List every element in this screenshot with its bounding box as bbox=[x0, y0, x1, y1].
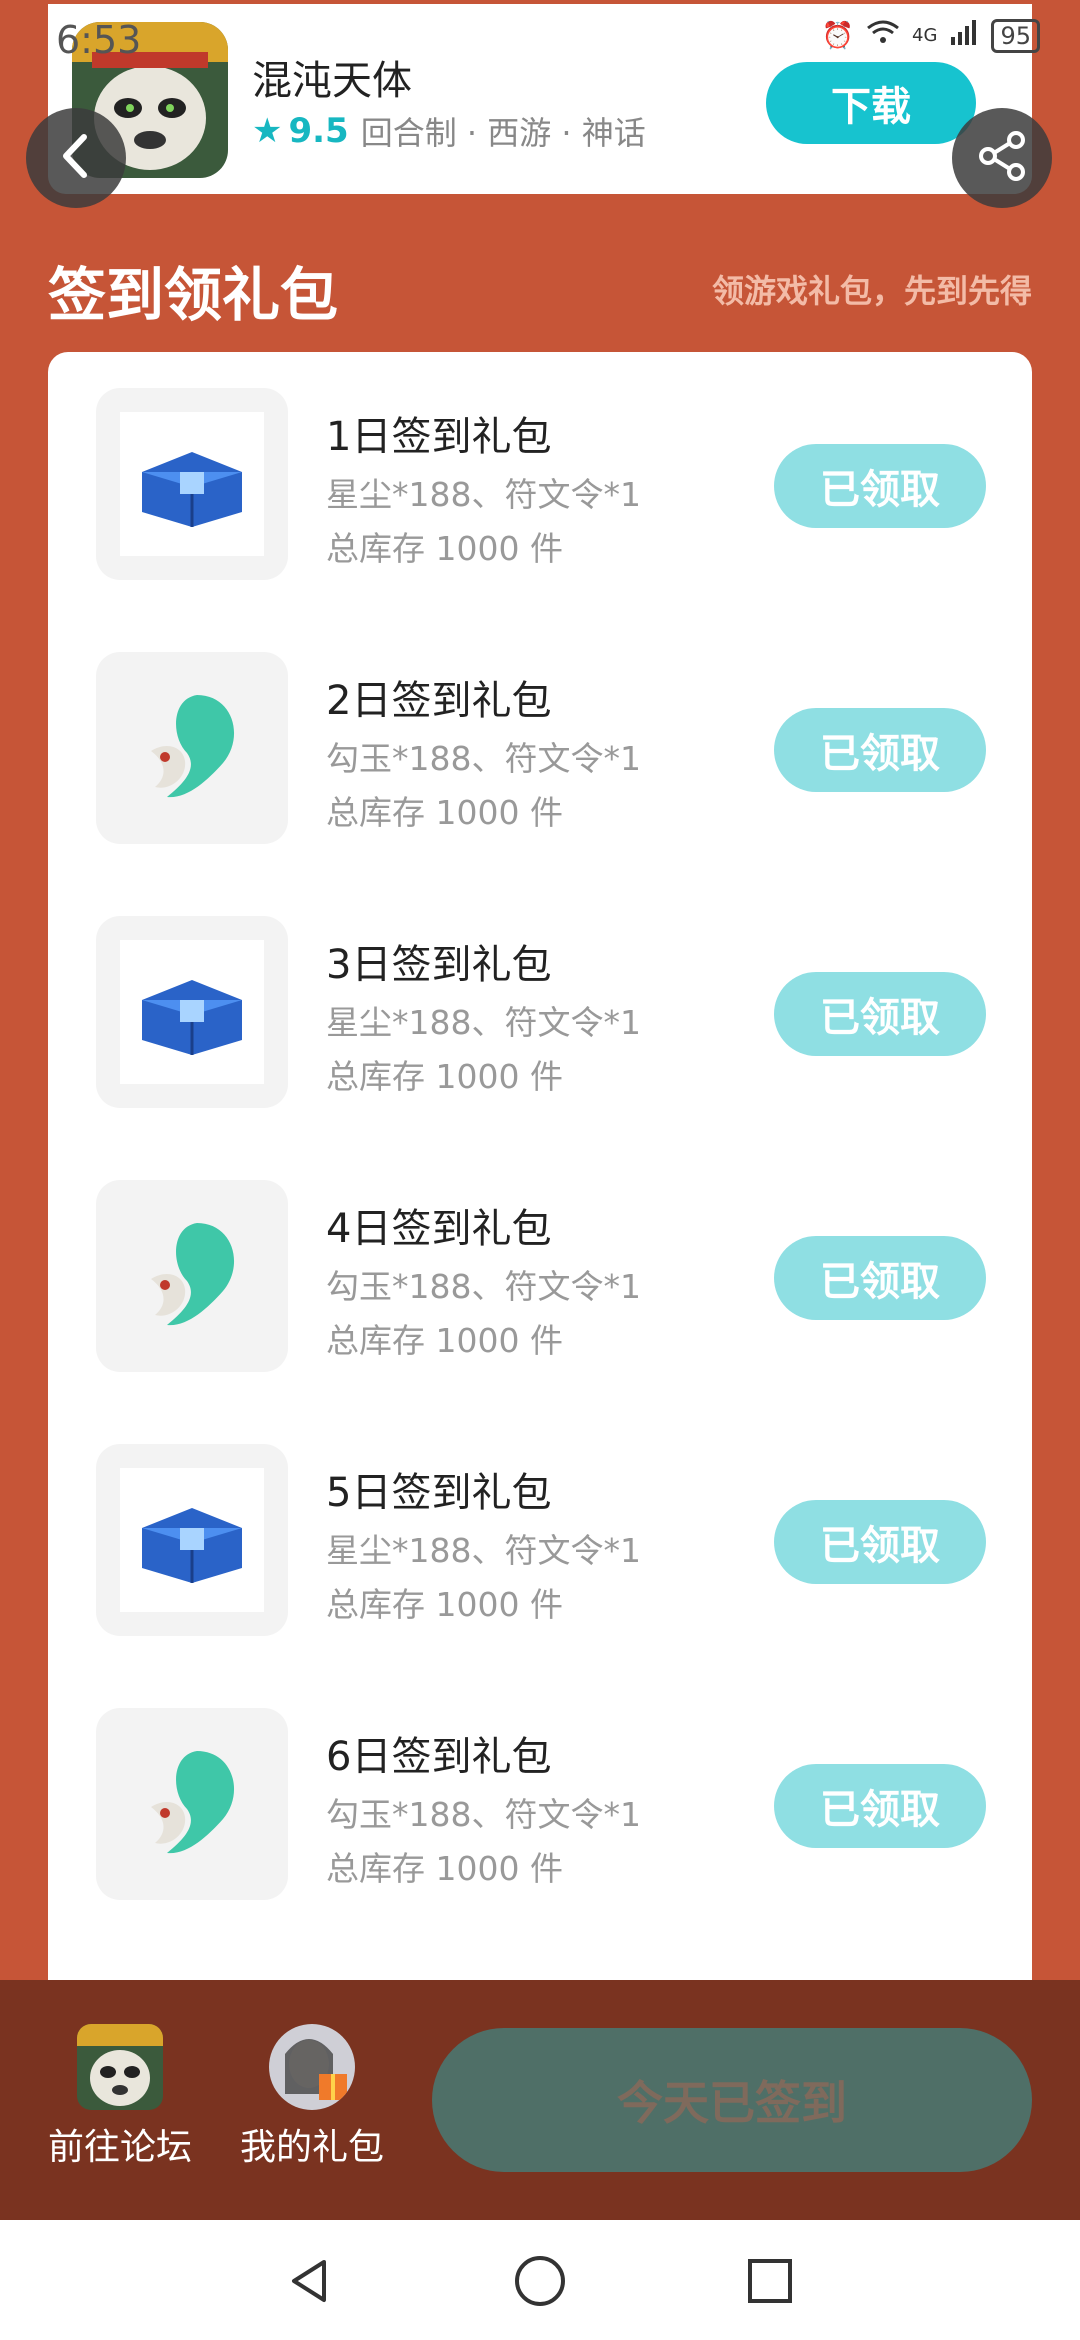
alarm-icon: ⏰ bbox=[821, 20, 855, 51]
gift-thumbnail bbox=[96, 1444, 288, 1636]
forum-label: 前往论坛 bbox=[47, 2127, 192, 2168]
gift-list: 1日签到礼包 星尘*188、符文令*1 总库存 1000 件 已领取 2日签到礼… bbox=[48, 352, 1032, 1992]
game-meta: ★ 9.5 回合制 · 西游 · 神话 bbox=[252, 108, 646, 154]
nav-home-button[interactable] bbox=[505, 2248, 575, 2318]
gift-avatar-icon bbox=[269, 2024, 355, 2110]
checked-in-button[interactable]: 今天已签到 bbox=[432, 2028, 1032, 2172]
chevron-left-icon bbox=[56, 131, 96, 185]
rating-value: 9.5 bbox=[288, 111, 349, 151]
bottom-action-bar: 前往论坛 我的礼包 今天已签到 bbox=[0, 1980, 1080, 2220]
star-icon: ★ bbox=[252, 111, 283, 151]
status-time: 6:53 bbox=[56, 18, 142, 62]
battery-indicator: 95 bbox=[991, 18, 1040, 53]
my-gifts-label: 我的礼包 bbox=[239, 2127, 384, 2168]
gift-thumbnail bbox=[96, 1708, 288, 1900]
gift-name: 1日签到礼包 bbox=[326, 414, 552, 460]
square-recents-icon bbox=[745, 2256, 795, 2310]
system-nav-bar bbox=[0, 2220, 1080, 2340]
gift-row: 2日签到礼包 勾玉*188、符文令*1 总库存 1000 件 已领取 bbox=[48, 616, 1032, 880]
gift-items: 勾玉*188、符文令*1 bbox=[326, 1795, 641, 1834]
gift-stock: 总库存 1000 件 bbox=[326, 1849, 563, 1888]
gift-thumbnail bbox=[96, 1180, 288, 1372]
gift-name: 3日签到礼包 bbox=[326, 942, 552, 988]
network-label: 4G bbox=[912, 25, 938, 46]
game-avatar-icon bbox=[77, 2024, 163, 2110]
claimed-button[interactable]: 已领取 bbox=[774, 972, 986, 1056]
share-button[interactable] bbox=[952, 108, 1052, 208]
circle-home-icon bbox=[512, 2253, 568, 2313]
game-rating: ★ 9.5 bbox=[252, 111, 349, 151]
triangle-back-icon bbox=[284, 2256, 334, 2310]
wifi-icon bbox=[866, 18, 900, 53]
gift-row: 3日签到礼包 星尘*188、符文令*1 总库存 1000 件 已领取 bbox=[48, 880, 1032, 1144]
claimed-button[interactable]: 已领取 bbox=[774, 1236, 986, 1320]
gift-stock: 总库存 1000 件 bbox=[326, 529, 563, 568]
jade-magatama-icon bbox=[127, 1209, 257, 1343]
gift-items: 星尘*188、符文令*1 bbox=[326, 1531, 641, 1570]
gift-items: 勾玉*188、符文令*1 bbox=[326, 1267, 641, 1306]
signal-icon bbox=[949, 19, 979, 52]
gift-stock: 总库存 1000 件 bbox=[326, 793, 563, 832]
gift-items: 星尘*188、符文令*1 bbox=[326, 1003, 641, 1042]
claimed-button[interactable]: 已领取 bbox=[774, 1764, 986, 1848]
gift-row: 6日签到礼包 勾玉*188、符文令*1 总库存 1000 件 已领取 bbox=[48, 1672, 1032, 1936]
claimed-button[interactable]: 已领取 bbox=[774, 1500, 986, 1584]
gift-row: 5日签到礼包 星尘*188、符文令*1 总库存 1000 件 已领取 bbox=[48, 1408, 1032, 1672]
blue-chest-icon bbox=[132, 432, 252, 536]
gift-row: 4日签到礼包 勾玉*188、符文令*1 总库存 1000 件 已领取 bbox=[48, 1144, 1032, 1408]
gift-row: 1日签到礼包 星尘*188、符文令*1 总库存 1000 件 已领取 bbox=[48, 352, 1032, 616]
status-icons: ⏰ 4G 95 bbox=[822, 18, 1040, 53]
gift-name: 4日签到礼包 bbox=[326, 1206, 552, 1252]
share-icon bbox=[974, 128, 1030, 188]
section-title: 签到领礼包 bbox=[48, 261, 339, 329]
blue-chest-icon bbox=[132, 1488, 252, 1592]
gift-stock: 总库存 1000 件 bbox=[326, 1321, 563, 1360]
section-subtitle: 领游戏礼包，先到先得 bbox=[711, 272, 1032, 310]
nav-back-button[interactable] bbox=[274, 2248, 344, 2318]
gift-items: 星尘*188、符文令*1 bbox=[326, 475, 641, 514]
jade-magatama-icon bbox=[127, 681, 257, 815]
back-button[interactable] bbox=[26, 108, 126, 208]
game-tags: 回合制 · 西游 · 神话 bbox=[360, 114, 646, 152]
jade-magatama-icon bbox=[127, 1737, 257, 1871]
status-bar: 6:53 ⏰ 4G 95 bbox=[0, 0, 1080, 75]
gift-thumbnail bbox=[96, 388, 288, 580]
blue-chest-icon bbox=[132, 960, 252, 1064]
gift-name: 6日签到礼包 bbox=[326, 1734, 552, 1780]
gift-name: 2日签到礼包 bbox=[326, 678, 552, 724]
gift-stock: 总库存 1000 件 bbox=[326, 1585, 563, 1624]
gift-stock: 总库存 1000 件 bbox=[326, 1057, 563, 1096]
gift-items: 勾玉*188、符文令*1 bbox=[326, 739, 641, 778]
my-gifts-button[interactable]: 我的礼包 bbox=[222, 2024, 402, 2170]
claimed-button[interactable]: 已领取 bbox=[774, 708, 986, 792]
gift-thumbnail bbox=[96, 652, 288, 844]
claimed-button[interactable]: 已领取 bbox=[774, 444, 986, 528]
gift-name: 5日签到礼包 bbox=[326, 1470, 552, 1516]
forum-button[interactable]: 前往论坛 bbox=[30, 2024, 210, 2170]
gift-thumbnail bbox=[96, 916, 288, 1108]
nav-recents-button[interactable] bbox=[735, 2248, 805, 2318]
